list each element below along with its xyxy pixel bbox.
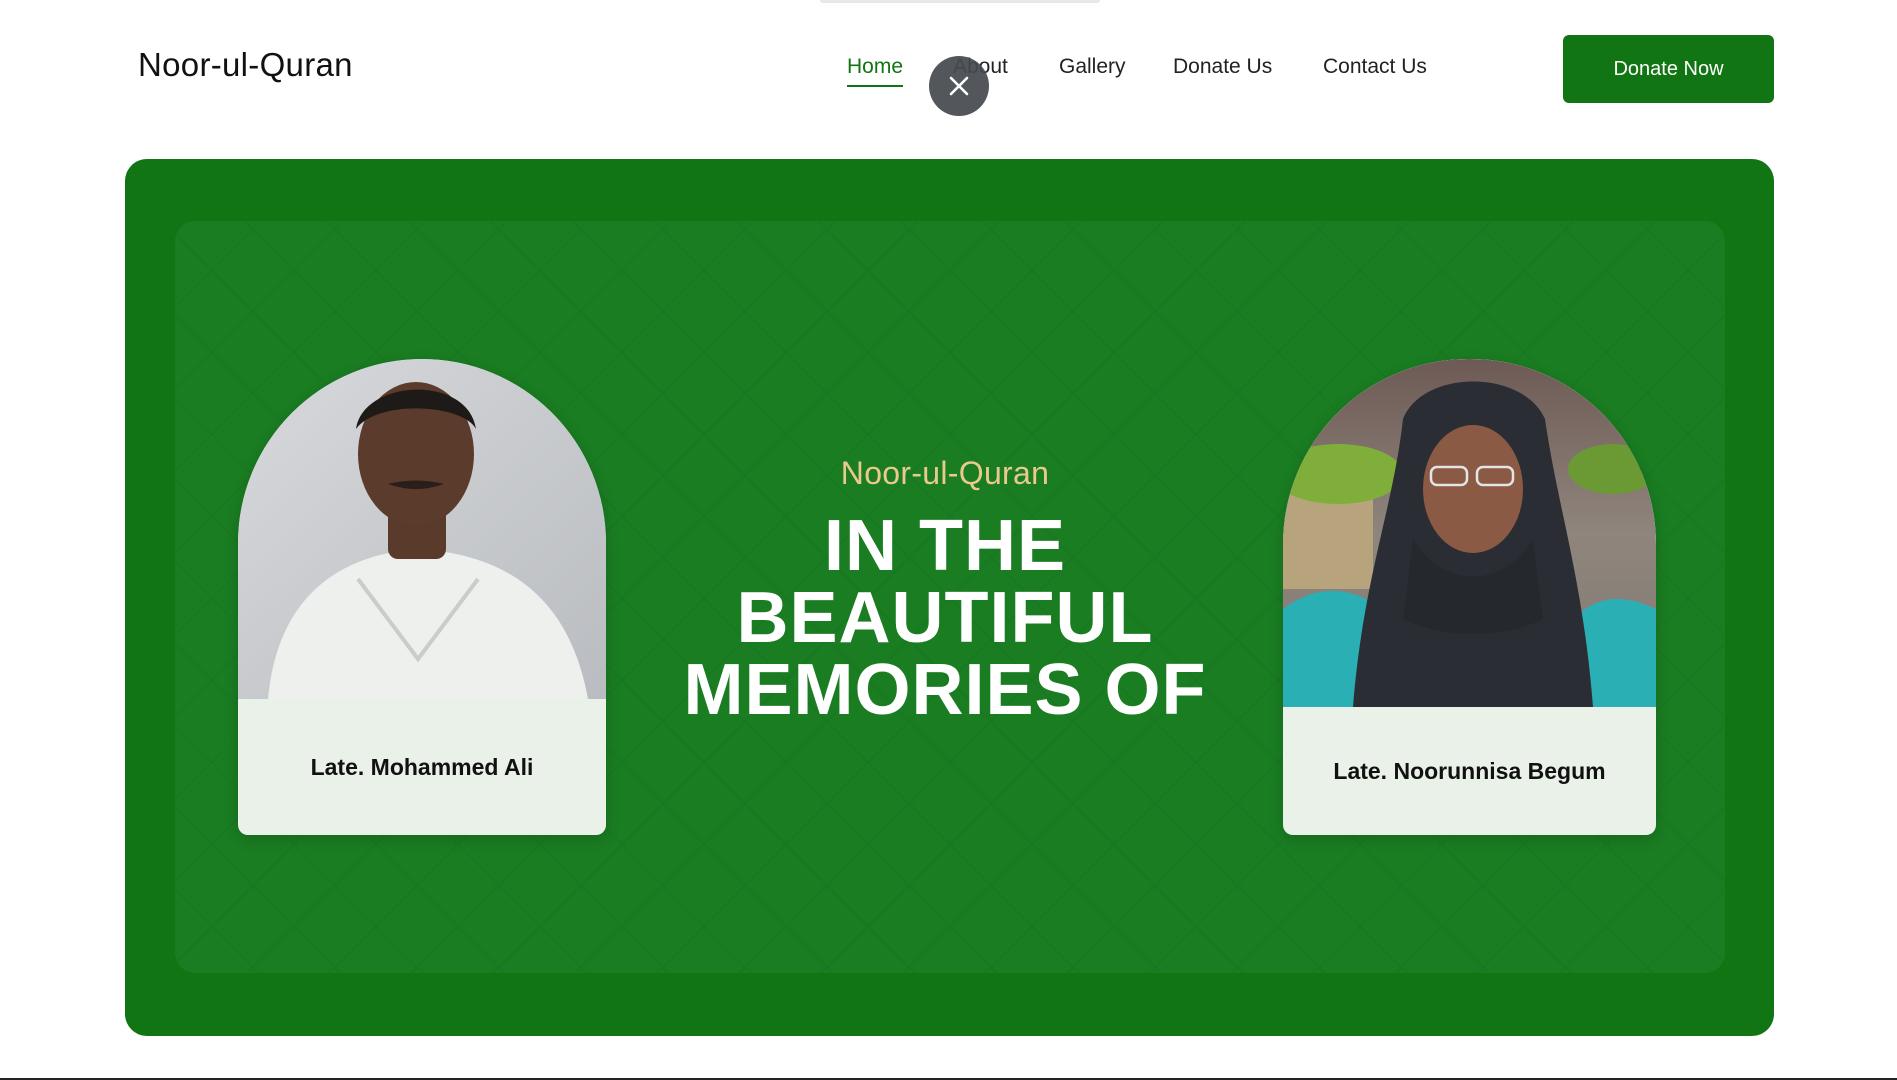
headline-line: BEAUTIFUL — [736, 578, 1154, 658]
hero-text-block: Noor-ul-Quran IN THE BEAUTIFUL MEMORIES … — [630, 455, 1260, 726]
headline-line: IN THE — [823, 506, 1066, 586]
close-icon — [949, 76, 969, 96]
overlay-close-button[interactable] — [929, 56, 989, 116]
portrait-photo-right — [1283, 359, 1656, 707]
nav-donate-us[interactable]: Donate Us — [1173, 52, 1272, 82]
memorial-card-right: Late. Noorunnisa Begum — [1283, 359, 1656, 835]
memorial-name-left: Late. Mohammed Ali — [310, 753, 534, 780]
nav-contact-us[interactable]: Contact Us — [1323, 52, 1427, 82]
site-logo[interactable]: Noor-ul-Quran — [138, 46, 353, 84]
nav-gallery[interactable]: Gallery — [1059, 52, 1126, 82]
woman-portrait-image — [1283, 359, 1656, 707]
site-header: Noor-ul-Quran Home About Gallery Donate … — [0, 0, 1897, 140]
hero-subtitle: Noor-ul-Quran — [840, 455, 1050, 491]
donate-now-button[interactable]: Donate Now — [1563, 35, 1774, 103]
memorial-name-right: Late. Noorunnisa Begum — [1333, 757, 1606, 784]
headline-line: MEMORIES OF — [683, 650, 1207, 730]
hero-headline: IN THE BEAUTIFUL MEMORIES OF — [630, 510, 1260, 726]
memorial-card-left: Late. Mohammed Ali — [238, 359, 606, 835]
nav-home[interactable]: Home — [847, 52, 904, 87]
